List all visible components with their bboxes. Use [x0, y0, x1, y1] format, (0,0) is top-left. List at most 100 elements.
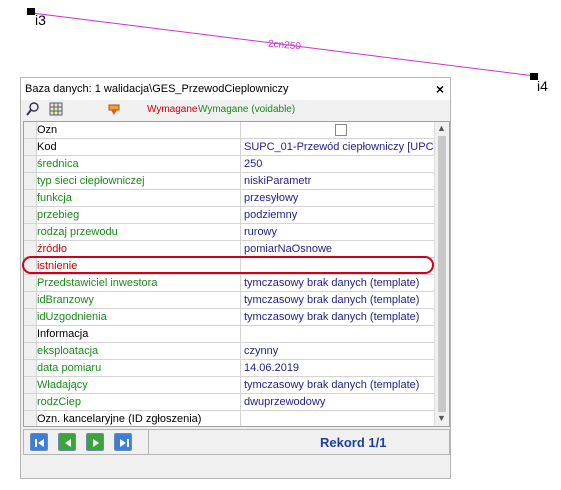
column-divider — [240, 258, 241, 274]
attribute-name: rodzaj przewodu — [37, 226, 118, 238]
scroll-up-icon[interactable]: ▲ — [437, 123, 446, 133]
search-icon[interactable] — [26, 102, 40, 116]
row-header[interactable] — [24, 275, 37, 291]
attribute-name: istnienie — [37, 260, 78, 272]
row-header[interactable] — [24, 343, 37, 359]
attribute-value[interactable]: przesyłowy — [244, 192, 436, 204]
attribute-name: funkcja — [37, 192, 72, 204]
row-header[interactable] — [24, 156, 37, 172]
attribute-value[interactable]: 14.06.2019 — [244, 362, 436, 374]
attribute-name: Ozn. kancelaryjne (ID zgłoszenia) — [37, 413, 202, 425]
attribute-name: Informacja — [37, 328, 89, 340]
attribute-row[interactable]: idBranzowy tymczasowy brak danych (templa… — [24, 292, 436, 309]
column-divider — [240, 173, 241, 189]
row-header[interactable] — [24, 190, 37, 206]
attribute-row[interactable]: rodzaj przewodu rurowy — [24, 224, 436, 241]
node-end-label: i4 — [537, 78, 548, 94]
attribute-row[interactable]: idUzgodnienia tymczasowy brak danych (tem… — [24, 309, 436, 326]
attribute-name: typ sieci ciepłowniczej — [37, 175, 145, 187]
attribute-value[interactable]: SUPC_01-Przewód ciepłowniczy [UPC, 584 — [244, 141, 436, 153]
attribute-name: idBranzowy — [37, 294, 94, 306]
legend-required-voidable: Wymagane (voidable) — [198, 104, 296, 115]
attribute-name: Władający — [37, 379, 88, 391]
attribute-value[interactable]: czynny — [244, 345, 436, 357]
attribute-name: data pomiaru — [37, 362, 102, 374]
attribute-row[interactable]: funkcja przesyłowy — [24, 190, 436, 207]
previous-record-button[interactable] — [58, 433, 76, 451]
attribute-name: idUzgodnienia — [37, 311, 107, 323]
attribute-row[interactable]: eksploatacja czynny — [24, 343, 436, 360]
row-header[interactable] — [24, 241, 37, 257]
attribute-row[interactable]: średnica 250 — [24, 156, 436, 173]
attribute-name: rodzCiep — [37, 396, 82, 408]
vertical-scrollbar[interactable]: ▲ ▼ — [434, 122, 449, 426]
attribute-value[interactable]: dwuprzewodowy — [244, 396, 436, 408]
attribute-row[interactable]: istnienie — [24, 258, 436, 275]
highlight-tool-icon[interactable] — [107, 102, 121, 116]
row-header[interactable] — [24, 292, 37, 308]
column-divider — [240, 139, 241, 155]
attribute-value[interactable]: tymczasowy brak danych (template) — [244, 311, 436, 323]
attribute-value[interactable]: tymczasowy brak danych (template) — [244, 379, 436, 391]
attribute-row[interactable]: data pomiaru 14.06.2019 — [24, 360, 436, 377]
close-button[interactable]: × — [436, 81, 444, 97]
row-header[interactable] — [24, 207, 37, 223]
attribute-row[interactable]: rodzCiep dwuprzewodowy — [24, 394, 436, 411]
last-record-button[interactable] — [114, 433, 132, 451]
navbar-divider — [148, 430, 149, 454]
attribute-name: przebieg — [37, 209, 80, 221]
column-divider — [240, 411, 241, 426]
attribute-row[interactable]: typ sieci ciepłowniczej niskiParametr — [24, 173, 436, 190]
column-divider — [240, 377, 241, 393]
column-divider — [240, 292, 241, 308]
attribute-row[interactable]: Ozn. kancelaryjne (ID zgłoszenia) — [24, 411, 436, 426]
column-divider — [240, 275, 241, 291]
attribute-row[interactable]: Przedstawiciel inwestora tymczasowy brak … — [24, 275, 436, 292]
record-counter: Rekord 1/1 — [320, 435, 387, 450]
column-divider — [240, 309, 241, 325]
attribute-row[interactable]: przebieg podziemny — [24, 207, 436, 224]
next-record-button[interactable] — [86, 433, 104, 451]
row-header[interactable] — [24, 139, 37, 155]
column-divider — [240, 360, 241, 376]
attribute-value[interactable]: pomiarNaOsnowe — [244, 243, 436, 255]
row-header[interactable] — [24, 394, 37, 410]
node-start-label: i3 — [35, 12, 46, 28]
first-record-button[interactable] — [30, 433, 48, 451]
row-header[interactable] — [24, 258, 37, 274]
attribute-value[interactable]: podziemny — [244, 209, 436, 221]
scrollbar-thumb[interactable] — [438, 136, 446, 412]
attribute-value[interactable]: tymczasowy brak danych (template) — [244, 294, 436, 306]
attribute-row[interactable]: Informacja — [24, 326, 436, 343]
row-header[interactable] — [24, 411, 37, 426]
row-header[interactable] — [24, 122, 37, 138]
ozn-checkbox[interactable] — [335, 124, 347, 136]
row-header[interactable] — [24, 309, 37, 325]
dialog-title: Baza danych: 1 walidacja\GES_PrzewodCiep… — [25, 83, 289, 95]
column-divider — [240, 207, 241, 223]
column-divider — [240, 394, 241, 410]
table-grid-icon[interactable] — [49, 102, 63, 116]
attribute-value[interactable]: rurowy — [244, 226, 436, 238]
attribute-row[interactable]: źródło pomiarNaOsnowe — [24, 241, 436, 258]
attribute-value[interactable]: niskiParametr — [244, 175, 436, 187]
column-divider — [240, 241, 241, 257]
row-header[interactable] — [24, 377, 37, 393]
attribute-row[interactable]: Ozn — [24, 122, 436, 139]
attribute-value[interactable]: 250 — [244, 158, 436, 170]
column-divider — [240, 190, 241, 206]
dialog-toolbar: Wymagane Wymagane (voidable) — [21, 100, 450, 120]
attribute-row[interactable]: Kod SUPC_01-Przewód ciepłowniczy [UPC, 58… — [24, 139, 436, 156]
attribute-name: Przedstawiciel inwestora — [37, 277, 158, 289]
scroll-down-icon[interactable]: ▼ — [437, 413, 446, 423]
row-header[interactable] — [24, 326, 37, 342]
attribute-row[interactable]: Władający tymczasowy brak danych (templat… — [24, 377, 436, 394]
row-header[interactable] — [24, 360, 37, 376]
attribute-value[interactable]: tymczasowy brak danych (template) — [244, 277, 436, 289]
dialog-titlebar[interactable]: Baza danych: 1 walidacja\GES_PrzewodCiep… — [21, 78, 450, 100]
row-header[interactable] — [24, 224, 37, 240]
row-header[interactable] — [24, 173, 37, 189]
attribute-dialog: Baza danych: 1 walidacja\GES_PrzewodCiep… — [20, 77, 451, 479]
column-divider — [240, 343, 241, 359]
node-start-marker[interactable] — [27, 8, 35, 15]
